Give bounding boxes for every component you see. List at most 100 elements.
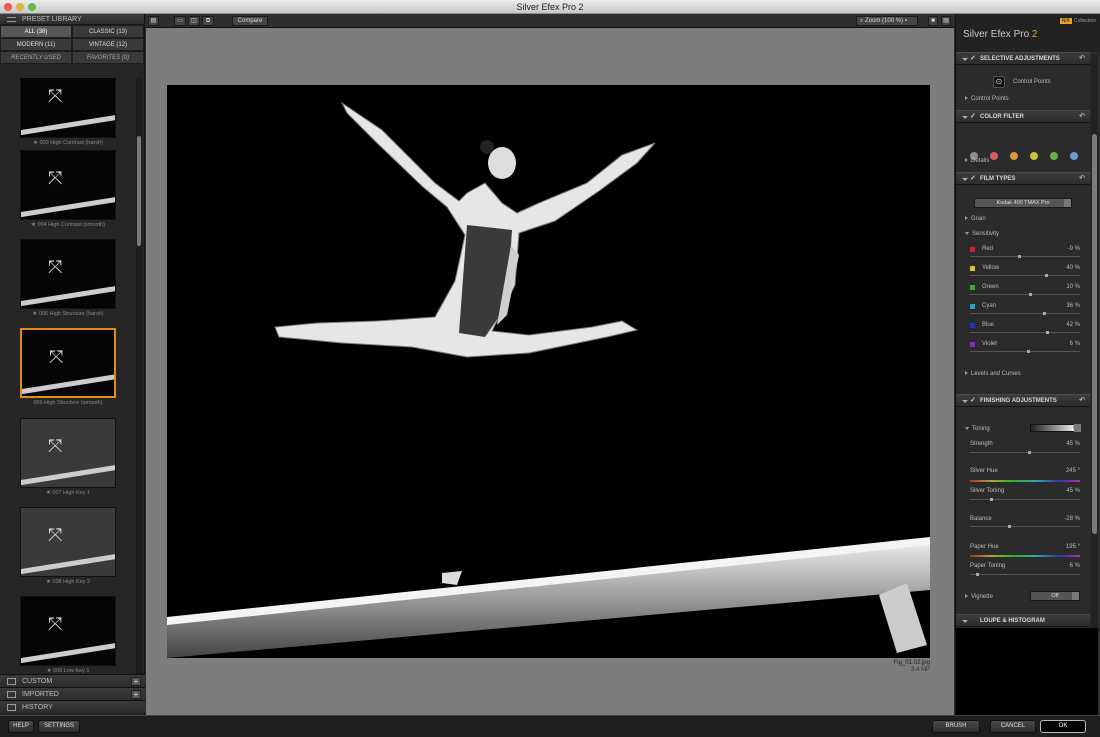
paper-toning-label: Paper Toning [970, 563, 1006, 569]
sensitivity-slider[interactable] [970, 350, 1080, 353]
film-type-select[interactable]: Kodak 400 TMAX Pro [974, 198, 1072, 208]
imported-section[interactable]: IMPORTED + [0, 687, 145, 700]
color-swatch [970, 342, 975, 347]
zoom-select[interactable]: ⌕ Zoom (100 %) ▾ [856, 16, 918, 26]
filter-swatch-blue[interactable] [1070, 152, 1078, 160]
paper-toning-slider[interactable] [970, 573, 1080, 576]
filter-recently-used[interactable]: RECENTLY USED [0, 51, 72, 64]
film-types-enable-check[interactable]: ✓ [970, 173, 976, 185]
history-section[interactable]: HISTORY [0, 700, 145, 713]
split-view-button[interactable]: ◫ [188, 16, 200, 26]
filter-swatch-yellow[interactable] [1030, 152, 1038, 160]
sensitivity-row-yellow: Yellow 40 % [970, 265, 1080, 277]
paper-hue-value: 195 ° [1065, 544, 1080, 550]
import-preset-button[interactable]: + [131, 690, 141, 699]
silver-hue-slider[interactable] [970, 480, 1080, 482]
silver-toning-label: Silver Toning [970, 488, 1005, 494]
vignette-expander[interactable]: Vignette [965, 594, 993, 600]
preset-item-007[interactable]: ⤧ ★ 007 High Key 1 [20, 418, 116, 498]
brush-button[interactable]: BRUSH [932, 720, 980, 733]
section-film-types[interactable]: ✓ FILM TYPES ↶ [956, 172, 1090, 185]
sensitivity-slider[interactable] [970, 331, 1080, 334]
paper-hue-label: Paper Hue [970, 544, 999, 550]
section-selective-adjustments[interactable]: ✓ SELECTIVE ADJUSTMENTS ↶ [956, 52, 1090, 65]
adjustments-scrollbar-thumb[interactable] [1092, 134, 1097, 534]
control-points-expander[interactable]: Control Points [965, 96, 1009, 102]
filter-modern[interactable]: MODERN (11) [0, 38, 72, 51]
preset-item-006-selected[interactable]: ⤧ 006 High Structure (smooth) [20, 328, 116, 408]
preset-item-008[interactable]: ⤧ ★ 008 High Key 2 [20, 507, 116, 587]
section-loupe-histogram[interactable]: LOUPE & HISTOGRAM [956, 614, 1090, 627]
color-filter-enable-check[interactable]: ✓ [970, 111, 976, 123]
reset-icon[interactable]: ↶ [1079, 111, 1085, 123]
color-swatch [970, 247, 975, 252]
zoom-window-button[interactable] [28, 3, 36, 11]
minimize-window-button[interactable] [16, 3, 24, 11]
sensitivity-slider[interactable] [970, 255, 1080, 258]
preset-thumbnail: ⤧ [20, 507, 116, 577]
preset-item-003[interactable]: ⤧ ★ 003 High Contrast (harsh) [20, 78, 116, 148]
footer-bar: HELP SETTINGS BRUSH CANCEL OK [0, 715, 1100, 737]
sensitivity-slider[interactable] [970, 312, 1080, 315]
grain-expander[interactable]: Grain [965, 216, 986, 222]
preset-library-header[interactable]: PRESET LIBRARY [0, 14, 144, 25]
filter-swatch-red[interactable] [990, 152, 998, 160]
toggle-controls-button[interactable]: ▤ [941, 16, 951, 26]
preview-image[interactable] [167, 85, 930, 658]
image-megapixels: 3.4 MP [910, 667, 930, 673]
details-expander[interactable]: Details [965, 158, 989, 164]
sensitivity-expander[interactable]: Sensitivity [965, 231, 999, 237]
balance-slider[interactable] [970, 525, 1080, 528]
filter-vintage[interactable]: VINTAGE (12) [72, 38, 144, 51]
preset-item-009[interactable]: ⤧ ★ 009 Low Key 1 [20, 596, 116, 676]
filter-favorites[interactable]: FAVORITES (0) [72, 51, 144, 64]
chevron-down-icon[interactable] [1074, 424, 1081, 432]
preset-item-005[interactable]: ⤧ ★ 005 High Structure (harsh) [20, 239, 116, 319]
preset-thumbnail: ⤧ [20, 239, 116, 309]
selective-enable-check[interactable]: ✓ [970, 53, 976, 65]
section-color-filter[interactable]: ✓ COLOR FILTER ↶ [956, 110, 1090, 123]
adjustments-scrollbar[interactable] [1091, 54, 1098, 654]
sensitivity-slider[interactable] [970, 274, 1080, 277]
sensitivity-slider[interactable] [970, 293, 1080, 296]
preset-item-004[interactable]: ⤧ ★ 004 High Contrast (smooth) [20, 150, 116, 230]
strength-slider[interactable] [970, 451, 1080, 454]
custom-section[interactable]: CUSTOM + [0, 674, 145, 687]
side-by-side-view-button[interactable]: ⧉ [202, 16, 214, 26]
paper-hue-slider[interactable] [970, 555, 1080, 557]
silver-toning-value: 45 % [1066, 488, 1080, 494]
custom-label: CUSTOM [22, 678, 53, 685]
compare-button[interactable]: Compare [232, 16, 268, 26]
toning-expander[interactable]: Toning [965, 426, 990, 432]
close-window-button[interactable] [4, 3, 12, 11]
levels-curves-expander[interactable]: Levels and Curves [965, 371, 1021, 377]
chevron-down-icon [1072, 592, 1079, 600]
reset-icon[interactable]: ↶ [1079, 173, 1085, 185]
toning-gradient-select[interactable]: 6 [1030, 424, 1080, 432]
help-button[interactable]: HELP [8, 720, 34, 733]
vignette-select[interactable]: Off [1030, 591, 1080, 601]
sensitivity-value: 10 % [1066, 284, 1080, 290]
reset-icon[interactable]: ↶ [1079, 395, 1085, 407]
finishing-enable-check[interactable]: ✓ [970, 395, 976, 407]
add-custom-button[interactable]: + [131, 677, 141, 686]
preset-scrollbar-thumb[interactable] [137, 136, 141, 246]
toggle-library-button[interactable]: ▤ [148, 16, 159, 26]
filter-swatch-green[interactable] [1050, 152, 1058, 160]
preset-filter-tabs: ALL (38) CLASSIC (13) MODERN (11) VINTAG… [0, 25, 144, 64]
reset-icon[interactable]: ↶ [1079, 53, 1085, 65]
silver-toning-slider[interactable] [970, 498, 1080, 501]
preset-scrollbar[interactable] [136, 78, 142, 682]
background-toggle-button[interactable]: ■ [928, 16, 938, 26]
cancel-button[interactable]: CANCEL [990, 720, 1036, 733]
section-finishing-adjustments[interactable]: ✓ FINISHING ADJUSTMENTS ↶ [956, 394, 1090, 407]
color-swatch [970, 285, 975, 290]
single-view-button[interactable]: ▭ [174, 16, 186, 26]
ok-button[interactable]: OK [1040, 720, 1086, 733]
add-control-point-button[interactable]: ⊙ [993, 76, 1005, 88]
filter-swatch-orange[interactable] [1010, 152, 1018, 160]
settings-button[interactable]: SETTINGS [38, 720, 80, 733]
filter-classic[interactable]: CLASSIC (13) [72, 25, 144, 38]
image-filename: Fig_01.02.jpg [893, 660, 930, 666]
filter-all[interactable]: ALL (38) [0, 25, 72, 38]
